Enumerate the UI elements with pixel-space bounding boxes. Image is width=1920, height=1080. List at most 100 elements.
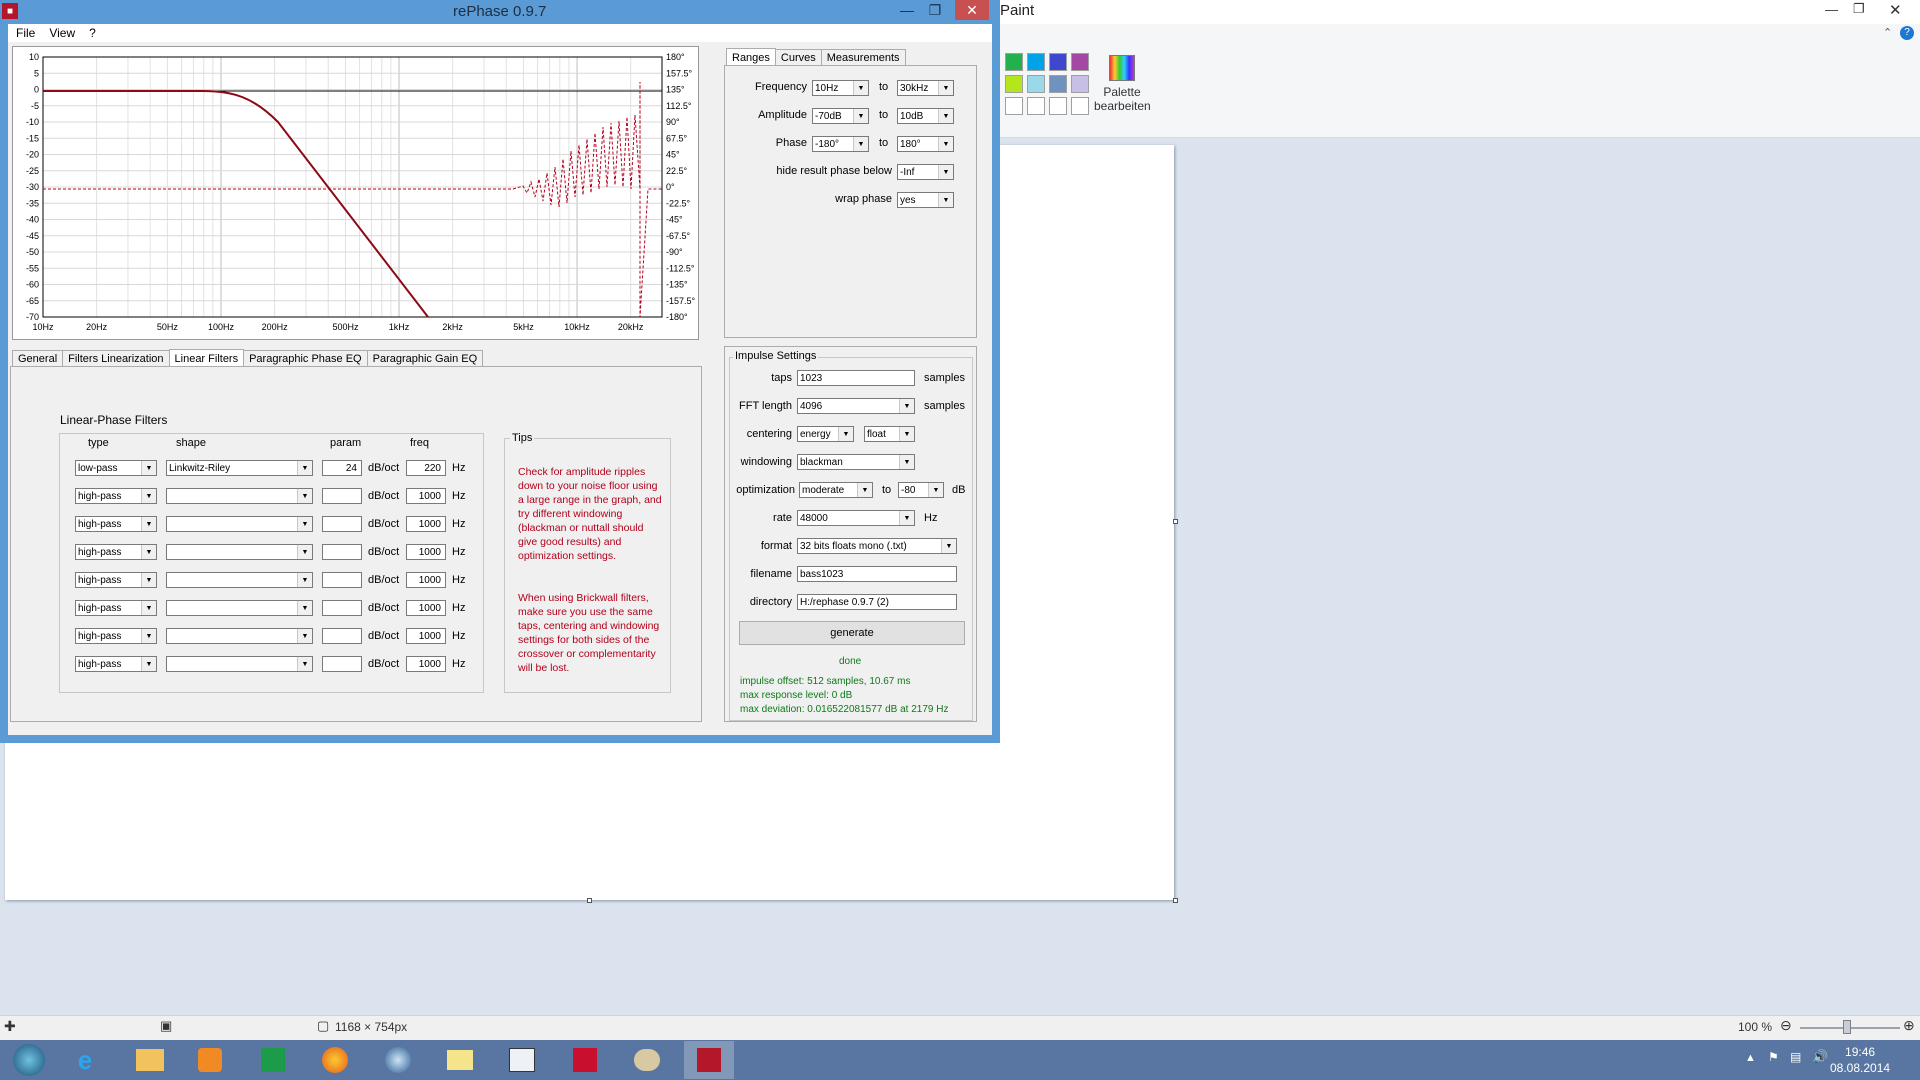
taskbar-explorer-button[interactable] <box>125 1041 175 1079</box>
filename-input[interactable]: bass1023 <box>797 566 957 582</box>
filter-type-select[interactable]: high-pass ▼ <box>75 600 157 616</box>
frequency-to-select[interactable]: 30kHz ▼ <box>897 80 954 96</box>
action-center-icon[interactable]: ⚑ <box>1768 1050 1779 1064</box>
filter-freq-input[interactable]: 1000 <box>406 544 446 560</box>
color-swatch[interactable] <box>1027 53 1045 71</box>
menu-help[interactable]: ? <box>89 26 96 40</box>
hide-phase-select[interactable]: -Inf ▼ <box>897 164 954 180</box>
taskbar-store-button[interactable] <box>248 1041 298 1079</box>
filter-param-input[interactable] <box>322 656 362 672</box>
tab-filters-linearization[interactable]: Filters Linearization <box>62 350 170 367</box>
color-swatch[interactable] <box>1071 97 1089 115</box>
color-swatch[interactable] <box>1005 53 1023 71</box>
rephase-restore-button[interactable]: ❐ <box>921 0 949 20</box>
zoom-in-button[interactable]: ⊕ <box>1903 1017 1915 1034</box>
filter-param-input[interactable] <box>322 572 362 588</box>
tab-paragraphic-gain-eq[interactable]: Paragraphic Gain EQ <box>366 350 484 367</box>
filter-type-select[interactable]: high-pass ▼ <box>75 628 157 644</box>
filter-type-select[interactable]: low-pass ▼ <box>75 460 157 476</box>
zoom-slider-thumb[interactable] <box>1843 1020 1851 1034</box>
filter-type-select[interactable]: high-pass ▼ <box>75 488 157 504</box>
rephase-close-button[interactable]: ✕ <box>955 0 989 20</box>
start-button[interactable] <box>4 1041 54 1079</box>
color-swatch[interactable] <box>1071 75 1089 93</box>
edit-colors-button[interactable]: Palette bearbeiten <box>1094 52 1151 118</box>
rephase-app-icon[interactable]: ■ <box>2 3 18 19</box>
filter-shape-select[interactable]: ▼ <box>166 656 313 672</box>
filter-type-select[interactable]: high-pass ▼ <box>75 656 157 672</box>
tab-measurements[interactable]: Measurements <box>820 49 906 66</box>
filter-freq-input[interactable]: 220 <box>406 460 446 476</box>
canvas-resize-handle-right[interactable] <box>1173 519 1178 524</box>
centering-mode-select[interactable]: float ▼ <box>864 426 915 442</box>
color-swatch[interactable] <box>1049 75 1067 93</box>
filter-freq-input[interactable]: 1000 <box>406 488 446 504</box>
taskbar-media-button[interactable] <box>185 1041 235 1079</box>
taskbar-acrobat-button[interactable] <box>560 1041 610 1079</box>
color-swatch[interactable] <box>1027 75 1045 93</box>
color-swatch[interactable] <box>1005 75 1023 93</box>
filter-param-input[interactable] <box>322 600 362 616</box>
filter-freq-input[interactable]: 1000 <box>406 572 446 588</box>
filter-shape-select[interactable]: Linkwitz-Riley ▼ <box>166 460 313 476</box>
network-icon[interactable]: ▤ <box>1790 1050 1801 1064</box>
filter-param-input[interactable] <box>322 488 362 504</box>
filter-freq-input[interactable]: 1000 <box>406 628 446 644</box>
optimization-select[interactable]: moderate ▼ <box>799 482 873 498</box>
taps-input[interactable]: 1023 <box>797 370 915 386</box>
tray-expand-icon[interactable]: ▲ <box>1745 1052 1756 1064</box>
response-graph[interactable]: 10 5 0 -5 -10 -15 -20 -25 -30 -35 -40 -45 -50 -55 -60 -… <box>12 46 699 340</box>
phase-to-select[interactable]: 180° ▼ <box>897 136 954 152</box>
directory-input[interactable]: H:/rephase 0.9.7 (2) <box>797 594 957 610</box>
tab-general[interactable]: General <box>12 350 64 367</box>
taskbar-rephase-button[interactable] <box>684 1041 734 1079</box>
optimization-db-select[interactable]: -80 ▼ <box>898 482 944 498</box>
tab-paragraphic-phase-eq[interactable]: Paragraphic Phase EQ <box>243 350 368 367</box>
clock[interactable]: 19:46 08.08.2014 <box>1830 1044 1890 1076</box>
tab-curves[interactable]: Curves <box>774 49 822 66</box>
filter-shape-select[interactable]: ▼ <box>166 544 313 560</box>
frequency-from-select[interactable]: 10Hz ▼ <box>812 80 869 96</box>
canvas-resize-handle-corner[interactable] <box>1173 898 1178 903</box>
phase-from-select[interactable]: -180° ▼ <box>812 136 869 152</box>
help-icon[interactable]: ? <box>1900 26 1914 40</box>
windowing-select[interactable]: blackman ▼ <box>797 454 915 470</box>
filter-freq-input[interactable]: 1000 <box>406 600 446 616</box>
format-select[interactable]: 32 bits floats mono (.txt) ▼ <box>797 538 957 554</box>
rate-select[interactable]: 48000 ▼ <box>797 510 915 526</box>
color-swatch[interactable] <box>1027 97 1045 115</box>
filter-shape-select[interactable]: ▼ <box>166 516 313 532</box>
amplitude-from-select[interactable]: -70dB ▼ <box>812 108 869 124</box>
menu-file[interactable]: File <box>16 26 35 40</box>
filter-shape-select[interactable]: ▼ <box>166 572 313 588</box>
filter-type-select[interactable]: high-pass ▼ <box>75 544 157 560</box>
taskbar-app-button[interactable] <box>497 1041 547 1079</box>
centering-select[interactable]: energy ▼ <box>797 426 854 442</box>
filter-shape-select[interactable]: ▼ <box>166 600 313 616</box>
generate-button[interactable]: generate <box>739 621 965 645</box>
filter-param-input[interactable] <box>322 516 362 532</box>
color-swatch[interactable] <box>1049 53 1067 71</box>
taskbar-notes-button[interactable] <box>435 1041 485 1079</box>
taskbar-firefox-button[interactable] <box>310 1041 360 1079</box>
filter-param-input[interactable]: 24 <box>322 460 362 476</box>
paint-close-button[interactable]: ✕ <box>1889 1 1902 19</box>
taskbar-paint-button[interactable] <box>622 1041 672 1079</box>
fft-length-select[interactable]: 4096 ▼ <box>797 398 915 414</box>
zoom-out-button[interactable]: ⊖ <box>1780 1017 1792 1034</box>
filter-type-select[interactable]: high-pass ▼ <box>75 516 157 532</box>
volume-icon[interactable]: 🔊 <box>1812 1049 1828 1065</box>
menu-view[interactable]: View <box>49 26 75 40</box>
filter-shape-select[interactable]: ▼ <box>166 628 313 644</box>
amplitude-to-select[interactable]: 10dB ▼ <box>897 108 954 124</box>
filter-freq-input[interactable]: 1000 <box>406 516 446 532</box>
filter-shape-select[interactable]: ▼ <box>166 488 313 504</box>
filter-param-input[interactable] <box>322 628 362 644</box>
filter-param-input[interactable] <box>322 544 362 560</box>
rephase-minimize-button[interactable]: — <box>893 0 921 20</box>
color-swatch[interactable] <box>1071 53 1089 71</box>
paint-minimize-button[interactable]: — <box>1825 2 1838 17</box>
canvas-resize-handle-bottom[interactable] <box>587 898 592 903</box>
ribbon-collapse-icon[interactable]: ⌃ <box>1883 26 1892 39</box>
filter-type-select[interactable]: high-pass ▼ <box>75 572 157 588</box>
